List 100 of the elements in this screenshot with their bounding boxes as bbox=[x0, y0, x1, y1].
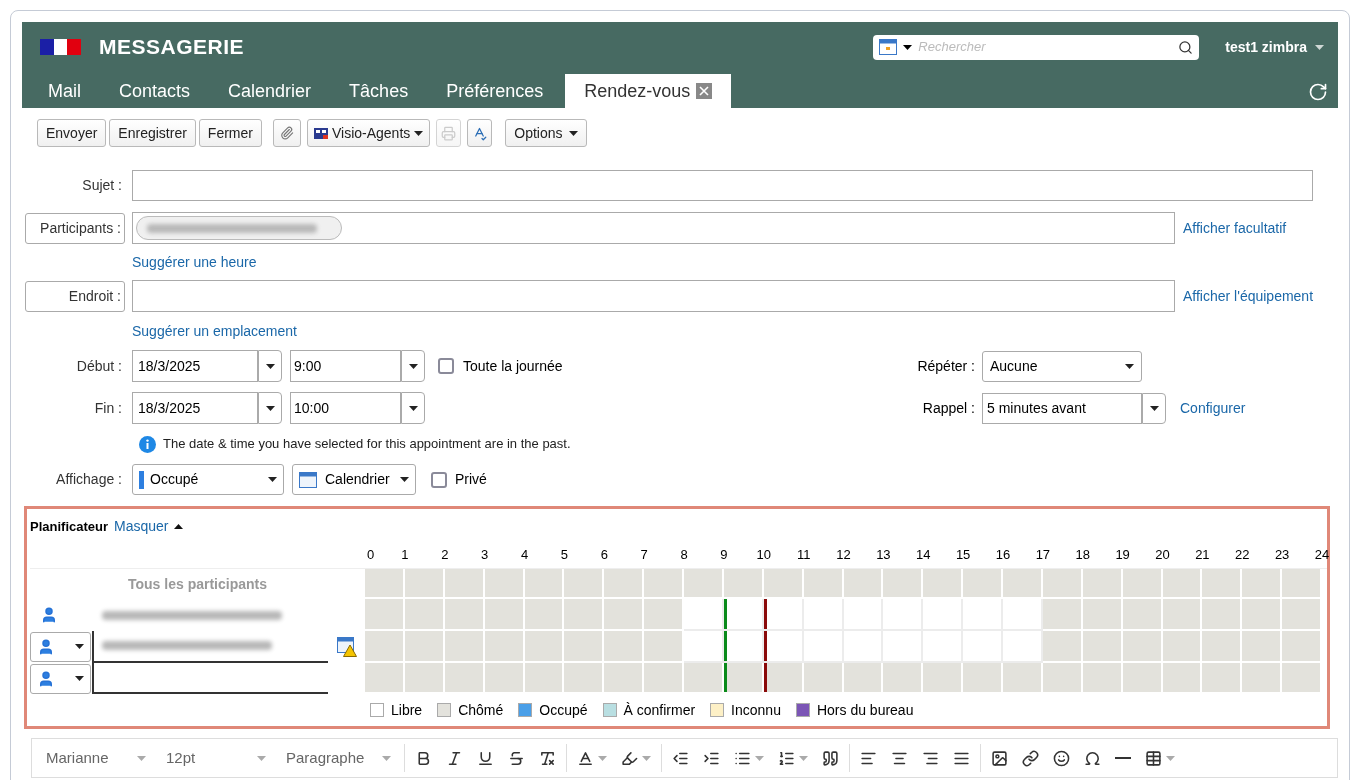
hour-label: 17 bbox=[1035, 545, 1051, 564]
person-icon bbox=[40, 606, 58, 625]
printer-icon bbox=[441, 125, 457, 141]
reminder-field[interactable]: 5 minutes avant bbox=[982, 392, 1142, 424]
toolbar-button[interactable]: Fermer bbox=[198, 119, 262, 147]
attendee-field[interactable] bbox=[92, 662, 328, 695]
hour-label: 19 bbox=[1115, 545, 1130, 564]
hour-label: 23 bbox=[1274, 545, 1290, 564]
caret-icon bbox=[173, 524, 183, 530]
location-button[interactable]: Endroit : bbox=[25, 280, 125, 312]
field-label: Rappel : bbox=[921, 398, 975, 418]
attendee-type-select[interactable] bbox=[30, 631, 91, 662]
field-label: Sujet : bbox=[81, 175, 123, 195]
show-equipment-link[interactable]: Afficher l'équipement bbox=[1183, 287, 1314, 304]
caret-icon bbox=[265, 363, 275, 369]
bold-icon bbox=[415, 749, 432, 767]
attendee-type-select[interactable] bbox=[30, 663, 91, 694]
hour-label: 18 bbox=[1075, 545, 1090, 564]
dropdown-button[interactable] bbox=[258, 392, 282, 424]
time-field[interactable]: 10:00 bbox=[290, 392, 401, 424]
subject-field[interactable] bbox=[132, 169, 1313, 201]
toolbar-button[interactable]: Enregistrer bbox=[109, 119, 196, 147]
suggest-time-link[interactable]: Suggérer une heure bbox=[132, 251, 257, 273]
legend-label: Hors du bureau bbox=[816, 700, 914, 720]
calendar-select[interactable]: Calendrier bbox=[292, 464, 416, 495]
participants-field[interactable] bbox=[132, 212, 1175, 244]
search-icon bbox=[1178, 39, 1194, 55]
scheduler-title: Planificateur bbox=[30, 518, 109, 537]
attach-button[interactable] bbox=[272, 119, 301, 147]
caret-icon bbox=[75, 644, 84, 650]
search-field[interactable]: Rechercher bbox=[918, 37, 1173, 57]
hour-label: 15 bbox=[955, 545, 971, 564]
caret-icon bbox=[903, 44, 913, 50]
location-field[interactable] bbox=[132, 280, 1175, 312]
hour-label: 12 bbox=[836, 545, 851, 564]
nav-tab[interactable]: Contacts bbox=[100, 74, 210, 108]
spellcheck-button[interactable] bbox=[467, 119, 493, 147]
legend-label: À confirmer bbox=[623, 700, 696, 720]
hour-label: 1 bbox=[401, 545, 409, 564]
nav-tab[interactable]: Tâches bbox=[330, 74, 428, 108]
caret-icon bbox=[408, 405, 418, 411]
dropdown-button[interactable] bbox=[1142, 392, 1166, 424]
user-menu[interactable]: test1 zimbra bbox=[1225, 36, 1324, 58]
past-date-notice: The date & time you have selected for this appointment are in the past. bbox=[163, 435, 571, 454]
hour-label: 6 bbox=[600, 545, 608, 564]
hour-label: 4 bbox=[520, 545, 529, 564]
repeat-select[interactable]: Aucune bbox=[982, 350, 1142, 382]
refresh-icon[interactable] bbox=[1308, 82, 1328, 102]
date-field[interactable]: 18/3/2025 bbox=[132, 392, 258, 424]
strikethrough-icon bbox=[508, 749, 525, 767]
caret-icon bbox=[1125, 363, 1134, 369]
nav-tab[interactable]: Préférences bbox=[427, 74, 563, 108]
emoji-icon bbox=[1053, 749, 1070, 767]
caret-icon bbox=[1315, 44, 1324, 50]
search-box[interactable]: Rechercher bbox=[873, 34, 1200, 60]
configure-link[interactable]: Configurer bbox=[1180, 399, 1246, 416]
caret-icon bbox=[1166, 755, 1175, 761]
time-field[interactable]: 9:00 bbox=[290, 350, 401, 382]
nav-tab[interactable]: Mail bbox=[29, 74, 100, 108]
legend-label: Inconnu bbox=[731, 700, 781, 720]
nav-tab[interactable]: Calendrier bbox=[209, 74, 331, 108]
visio-menu-button[interactable]: Visio-Agents bbox=[306, 119, 431, 147]
table-icon bbox=[1145, 749, 1162, 767]
caret-icon bbox=[414, 130, 424, 136]
status-select[interactable]: Occupé bbox=[132, 464, 284, 495]
toolbar-button[interactable]: Envoyer bbox=[37, 119, 107, 147]
show-optional-link[interactable]: Afficher facultatif bbox=[1183, 219, 1287, 236]
checkbox[interactable] bbox=[438, 358, 454, 374]
nav-tab[interactable]: Rendez-vous bbox=[565, 74, 732, 108]
close-icon[interactable] bbox=[696, 83, 713, 99]
text-color-icon bbox=[577, 749, 594, 767]
hour-label: 16 bbox=[995, 545, 1011, 564]
paperclip-icon bbox=[279, 126, 294, 140]
app-title: MESSAGERIE bbox=[99, 34, 245, 61]
hide-toggle[interactable]: Masquer bbox=[114, 516, 183, 538]
format-select[interactable]: 12pt bbox=[156, 744, 276, 772]
date-field[interactable]: 18/3/2025 bbox=[132, 350, 258, 382]
attendee-field[interactable] bbox=[92, 631, 328, 663]
caret-icon bbox=[1149, 405, 1159, 411]
caret-icon bbox=[382, 755, 391, 761]
format-select[interactable]: Marianne bbox=[36, 744, 156, 772]
highlight-icon bbox=[621, 749, 638, 767]
caret-icon bbox=[642, 755, 651, 761]
flag-logo-icon bbox=[40, 39, 81, 55]
horizontal-rule-icon bbox=[1115, 757, 1131, 759]
caret-icon bbox=[400, 477, 409, 482]
caret-icon bbox=[598, 755, 607, 761]
checkbox[interactable] bbox=[431, 471, 447, 488]
all-participants-label: Tous les participants bbox=[127, 574, 268, 594]
dropdown-button[interactable] bbox=[401, 350, 425, 382]
link-icon bbox=[1022, 749, 1039, 767]
calendar-icon bbox=[879, 39, 898, 55]
suggest-location-link[interactable]: Suggérer un emplacement bbox=[132, 320, 297, 342]
format-select[interactable]: Paragraphe bbox=[276, 744, 401, 772]
dropdown-button[interactable] bbox=[258, 350, 282, 382]
options-menu-button[interactable]: Options bbox=[505, 119, 587, 147]
dropdown-button[interactable] bbox=[401, 392, 425, 424]
hour-label: 5 bbox=[560, 545, 568, 564]
legend-label: Libre bbox=[391, 700, 423, 720]
participants-button[interactable]: Participants : bbox=[25, 212, 125, 244]
